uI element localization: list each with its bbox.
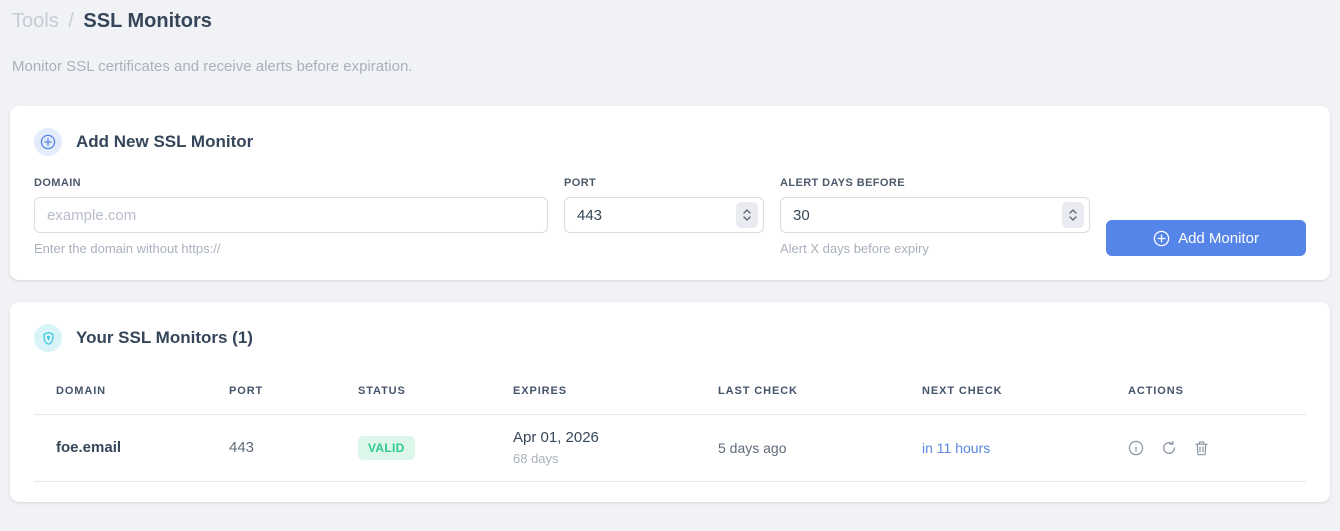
cell-port: 443 [207,414,336,482]
delete-button[interactable] [1194,440,1209,456]
monitors-card-title: Your SSL Monitors (1) [76,328,253,347]
monitors-card: Your SSL Monitors (1) DOMAIN PORT STATUS… [10,302,1330,502]
col-header-domain: DOMAIN [34,371,207,415]
shield-icon [34,324,62,352]
add-monitor-card-title: Add New SSL Monitor [76,132,254,151]
refresh-button[interactable] [1161,440,1177,456]
page-subtitle: Monitor SSL certificates and receive ale… [12,58,413,75]
expires-date: Apr 01, 2026 [513,429,599,446]
alert-days-field-group: ALERT DAYS BEFORE Alert X days before ex… [780,177,1090,256]
port-input[interactable] [564,197,764,233]
col-header-last-check: LAST CHECK [696,371,900,415]
table-header-row: DOMAIN PORT STATUS EXPIRES LAST CHECK NE… [34,371,1306,415]
page-title: SSL Monitors [83,10,212,32]
add-monitor-card-header: Add New SSL Monitor [34,128,1306,156]
monitors-table: DOMAIN PORT STATUS EXPIRES LAST CHECK NE… [34,371,1306,482]
port-label: PORT [564,177,597,189]
col-header-expires: EXPIRES [491,371,696,415]
add-monitor-button-label: Add Monitor [1178,229,1259,247]
expires-remaining: 68 days [513,451,559,466]
domain-label: DOMAIN [34,177,82,189]
domain-field-group: DOMAIN Enter the domain without https:// [34,177,548,256]
col-header-next-check: NEXT CHECK [900,371,1106,415]
cell-expires: Apr 01, 2026 68 days [491,414,696,482]
monitors-table-wrap: DOMAIN PORT STATUS EXPIRES LAST CHECK NE… [34,371,1306,482]
cell-last-check: 5 days ago [696,414,900,482]
monitors-card-header: Your SSL Monitors (1) [34,324,1306,352]
add-monitor-form: DOMAIN Enter the domain without https://… [34,177,1306,256]
cell-status: VALID [336,414,491,482]
add-monitor-card: Add New SSL Monitor DOMAIN Enter the dom… [10,106,1330,280]
alert-days-stepper[interactable] [1062,202,1084,228]
info-button[interactable] [1128,440,1144,456]
alert-days-hint: Alert X days before expiry [780,241,929,256]
alert-days-input[interactable] [780,197,1090,233]
col-header-actions: ACTIONS [1106,371,1306,415]
alert-days-label: ALERT DAYS BEFORE [780,177,905,189]
plus-circle-icon [1153,230,1170,246]
stepper-chevrons-icon [743,209,751,221]
breadcrumb-section[interactable]: Tools [12,10,59,32]
trash-icon [1195,440,1208,455]
status-badge: VALID [358,435,415,460]
plus-circle-icon [34,128,62,156]
domain-input[interactable] [34,197,548,233]
cell-next-check: in 11 hours [900,414,1106,482]
stepper-chevrons-icon [1069,209,1077,221]
breadcrumb: Tools / SSL Monitors [10,6,1330,33]
breadcrumb-separator: / [68,10,74,32]
port-stepper[interactable] [736,202,758,228]
info-icon [1128,440,1144,455]
port-field-group: PORT [564,177,764,233]
domain-hint: Enter the domain without https:// [34,241,221,256]
col-header-status: STATUS [336,371,491,415]
col-header-port: PORT [207,371,336,415]
refresh-icon [1163,440,1175,454]
ssl-monitors-page: Tools / SSL Monitors Monitor SSL certifi… [0,0,1340,502]
table-row: foe.email 443 VALID Apr 01, 2026 68 days… [34,414,1306,482]
cell-domain: foe.email [34,414,207,482]
cell-actions [1106,414,1306,482]
add-monitor-button[interactable]: Add Monitor [1106,220,1306,256]
